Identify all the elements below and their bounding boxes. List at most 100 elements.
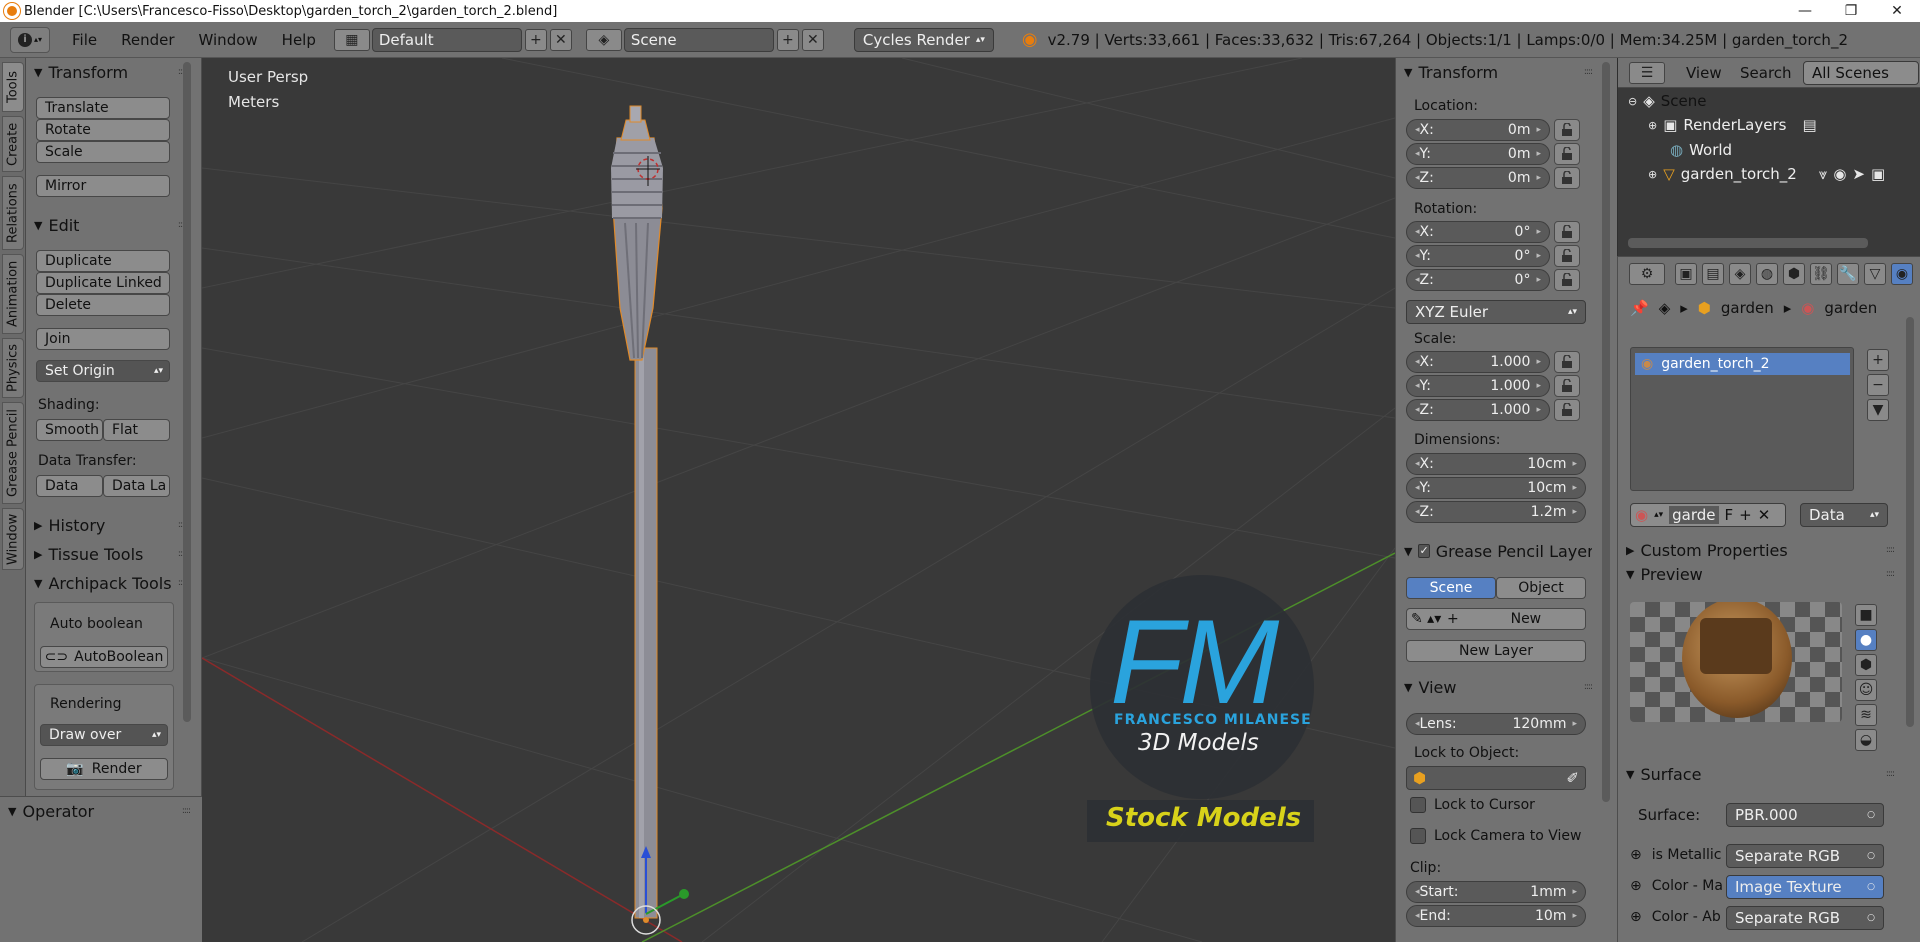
clip-end-field[interactable]: ◂ End: 10m ▸ <box>1406 905 1586 927</box>
join-button[interactable]: Join <box>36 328 170 350</box>
duplicate-linked-button[interactable]: Duplicate Linked <box>36 272 170 294</box>
input-row-metallic[interactable]: ⊕ is Metallic <box>1630 847 1722 863</box>
delete-button[interactable]: Delete <box>36 294 170 316</box>
lock-to-cursor-checkbox[interactable] <box>1410 797 1426 813</box>
duplicate-button[interactable]: Duplicate <box>36 250 170 272</box>
tissue-tools-panel-header[interactable]: ▶ Tissue Tools:::: <box>26 542 187 566</box>
preview-flat-icon[interactable]: ■ <box>1855 604 1877 626</box>
clip-start-field[interactable]: ◂ Start: 1mm ▸ <box>1406 881 1586 903</box>
screen-layout-field[interactable]: Default <box>371 27 522 52</box>
rotate-button[interactable]: Rotate <box>36 119 170 141</box>
scene-field[interactable]: Scene <box>623 27 774 52</box>
editor-type-outliner-button[interactable]: ☰ <box>1629 62 1665 84</box>
lens-field[interactable]: ◂ Lens: 120mm ▸ <box>1406 713 1586 735</box>
custom-properties-header[interactable]: ▶ Custom Properties:::: <box>1618 538 1895 562</box>
tab-window[interactable]: Window <box>2 508 24 570</box>
close-window-button[interactable]: ✕ <box>1874 3 1920 19</box>
remove-screen-icon[interactable]: ✕ <box>549 28 572 51</box>
render-tab-icon[interactable]: ▣ <box>1675 263 1697 285</box>
preview-sky-icon[interactable]: ◒ <box>1855 729 1877 751</box>
transform-panel-header[interactable]: ▼ Transform:::: <box>26 60 187 84</box>
menu-file[interactable]: File <box>60 31 109 49</box>
lock-location-x-icon[interactable] <box>1554 119 1580 141</box>
rotation-z-field[interactable]: ◂ Z: 0° ▸ <box>1406 269 1550 291</box>
data-layout-transfer-button[interactable]: Data La <box>103 475 170 497</box>
archipack-render-button[interactable]: 📷 Render <box>40 758 168 780</box>
object-tab-icon[interactable]: ⬢ <box>1783 263 1805 285</box>
draw-over-dropdown[interactable]: Draw over ▴▾ <box>40 724 168 746</box>
material-tab-icon[interactable]: ◉ <box>1891 263 1913 285</box>
outliner-menu-view[interactable]: View <box>1686 64 1722 82</box>
shade-flat-button[interactable]: Flat <box>103 419 170 441</box>
preview-panel-header[interactable]: ▼ Preview:::: <box>1618 562 1895 586</box>
material-slot-item[interactable]: ◉ garden_torch_2 <box>1635 353 1850 375</box>
scale-x-field[interactable]: ◂ X: 1.000 ▸ <box>1406 351 1550 373</box>
lock-object-field[interactable]: ⬢ ✐ <box>1406 766 1586 790</box>
render-layers-tab-icon[interactable]: ▤ <box>1702 263 1724 285</box>
gp-new-layer-button[interactable]: New Layer <box>1406 640 1586 662</box>
screen-layout-selector[interactable]: ▦ <box>333 28 370 51</box>
preview-monkey-icon[interactable]: ☺ <box>1855 679 1877 701</box>
operator-panel-header[interactable]: ▼ Operator:::: <box>0 799 191 823</box>
lock-scale-z-icon[interactable] <box>1554 399 1580 421</box>
menu-help[interactable]: Help <box>270 31 328 49</box>
tab-tools[interactable]: Tools <box>2 62 24 112</box>
gp-new-button[interactable]: ✎ ▴▾ + New <box>1406 608 1586 630</box>
data-transfer-button[interactable]: Data <box>36 475 103 497</box>
gp-scene-tab[interactable]: Scene <box>1406 577 1496 599</box>
lock-rotation-x-icon[interactable] <box>1554 221 1580 243</box>
editor-type-info-button[interactable]: i ▴▾ <box>10 26 50 53</box>
dimensions-x-field[interactable]: ◂ X: 10cm ▸ <box>1406 453 1586 475</box>
color-ab-link-dropdown[interactable]: Separate RGB ○ <box>1726 906 1884 930</box>
archipack-panel-header[interactable]: ▼ Archipack Tools:::: <box>26 571 186 595</box>
add-scene-icon[interactable]: + <box>776 28 799 51</box>
transform-panel-header[interactable]: ▼ Transform:::: <box>1396 60 1593 84</box>
edit-panel-header[interactable]: ▼ Edit:::: <box>26 213 187 237</box>
remove-material-slot-icon[interactable]: − <box>1867 374 1889 396</box>
surface-shader-dropdown[interactable]: PBR.000 ○ <box>1726 803 1884 827</box>
data-tab-icon[interactable]: ▽ <box>1864 263 1886 285</box>
outliner-filter-dropdown[interactable]: All Scenes <box>1803 61 1919 85</box>
scene-tab-icon[interactable]: ◈ <box>1729 263 1751 285</box>
modifiers-tab-icon[interactable]: 🔧 <box>1837 263 1859 285</box>
autoboolean-button[interactable]: ⊂⊃ AutoBoolean <box>40 646 168 668</box>
scale-y-field[interactable]: ◂ Y: 1.000 ▸ <box>1406 375 1550 397</box>
outliner-hscrollbar[interactable] <box>1628 238 1868 248</box>
tab-create[interactable]: Create <box>2 116 24 172</box>
lock-rotation-y-icon[interactable] <box>1554 245 1580 267</box>
location-y-field[interactable]: ◂ Y: 0m ▸ <box>1406 143 1550 165</box>
color-ma-link-dropdown[interactable]: Image Texture ○ <box>1726 875 1884 899</box>
location-x-field[interactable]: ◂ X: 0m ▸ <box>1406 119 1550 141</box>
gp-object-tab[interactable]: Object <box>1496 577 1586 599</box>
lock-location-y-icon[interactable] <box>1554 143 1580 165</box>
lock-scale-x-icon[interactable] <box>1554 351 1580 373</box>
lock-location-z-icon[interactable] <box>1554 167 1580 189</box>
dimensions-y-field[interactable]: ◂ Y: 10cm ▸ <box>1406 477 1586 499</box>
rotation-y-field[interactable]: ◂ Y: 0° ▸ <box>1406 245 1550 267</box>
menu-render[interactable]: Render <box>109 31 186 49</box>
menu-window[interactable]: Window <box>187 31 270 49</box>
scale-button[interactable]: Scale <box>36 141 170 163</box>
surface-panel-header[interactable]: ▼ Surface:::: <box>1618 762 1895 786</box>
outliner-menu-search[interactable]: Search <box>1740 64 1792 82</box>
material-link-dropdown[interactable]: Data ▴▾ <box>1800 503 1888 527</box>
rotation-x-field[interactable]: ◂ X: 0° ▸ <box>1406 221 1550 243</box>
preview-sphere-icon[interactable]: ● <box>1855 629 1877 651</box>
editor-type-properties-button[interactable]: ⚙ <box>1629 263 1665 285</box>
mirror-button[interactable]: Mirror <box>36 175 170 197</box>
preview-cube-icon[interactable]: ⬢ <box>1855 654 1877 676</box>
add-screen-icon[interactable]: + <box>524 28 547 51</box>
view-panel-header[interactable]: ▼ View:::: <box>1396 675 1593 699</box>
input-row-color-ab[interactable]: ⊕ Color - Ab <box>1630 909 1721 925</box>
preview-hair-icon[interactable]: ≋ <box>1855 704 1877 726</box>
lock-camera-checkbox[interactable] <box>1410 828 1426 844</box>
input-row-color-ma[interactable]: ⊕ Color - Ma <box>1630 878 1723 894</box>
outliner-item-renderlayers[interactable]: ⊕ ▣ RenderLayers ▤ <box>1648 116 1817 134</box>
history-panel-header[interactable]: ▶ History:::: <box>26 513 187 537</box>
material-browse-field[interactable]: ◉ ▴▾ garde F + ✕ <box>1630 503 1786 527</box>
location-z-field[interactable]: ◂ Z: 0m ▸ <box>1406 167 1550 189</box>
shade-smooth-button[interactable]: Smooth <box>36 419 103 441</box>
outliner-item-world[interactable]: ◍ World <box>1670 141 1732 159</box>
tab-physics[interactable]: Physics <box>2 338 24 398</box>
grease-pencil-layer-header[interactable]: ▼ ✓ Grease Pencil Layer <box>1396 539 1592 563</box>
